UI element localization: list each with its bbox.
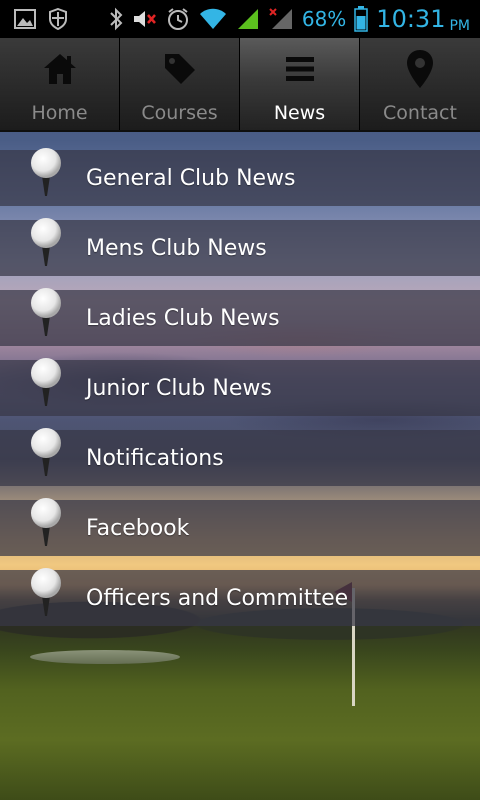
menu-item-facebook[interactable]: Facebook: [0, 498, 480, 556]
pond: [30, 650, 180, 664]
shield-icon: [48, 8, 68, 30]
bluetooth-icon: [108, 7, 124, 31]
tab-courses-label: Courses: [141, 102, 218, 124]
status-bar: 68% 10:31 PM: [0, 0, 480, 38]
golf-ball-icon: [30, 286, 62, 338]
battery-icon: [354, 6, 369, 32]
tab-contact-label: Contact: [383, 102, 457, 124]
tab-news[interactable]: News: [240, 38, 360, 130]
tag-icon: [161, 50, 199, 88]
tab-contact[interactable]: Contact: [360, 38, 480, 130]
tab-news-label: News: [273, 102, 326, 124]
golf-ball-icon: [30, 496, 62, 548]
no-signal-icon: [268, 7, 294, 31]
battery-percent: 68%: [301, 7, 347, 31]
menu-item-junior-club-news[interactable]: Junior Club News: [0, 358, 480, 416]
menu-item-label: Officers and Committee: [86, 585, 349, 611]
menu-item-notifications[interactable]: Notifications: [0, 428, 480, 486]
tab-courses[interactable]: Courses: [120, 38, 240, 130]
wifi-icon: [198, 7, 228, 31]
golf-ball-icon: [30, 566, 62, 618]
home-icon: [42, 50, 78, 88]
clock-time: 10:31: [376, 5, 446, 33]
golf-ball-icon: [30, 216, 62, 268]
menu-item-officers-and-committee[interactable]: Officers and Committee: [0, 568, 480, 626]
menu-item-label: General Club News: [86, 165, 296, 191]
menu-item-label: Ladies Club News: [86, 305, 280, 331]
alarm-icon: [166, 7, 190, 31]
tab-bar: Home Courses News Contact: [0, 38, 480, 132]
menu-item-label: Mens Club News: [86, 235, 267, 261]
golf-ball-icon: [30, 146, 62, 198]
golf-ball-icon: [30, 356, 62, 408]
golf-ball-icon: [30, 426, 62, 478]
gallery-icon: [14, 9, 36, 29]
menu-item-ladies-club-news[interactable]: Ladies Club News: [0, 288, 480, 346]
menu-item-label: Facebook: [86, 515, 190, 541]
menu-item-mens-club-news[interactable]: Mens Club News: [0, 218, 480, 276]
menu-item-label: Notifications: [86, 445, 224, 471]
signal-icon: [236, 7, 260, 31]
location-pin-icon: [406, 50, 434, 88]
tab-home[interactable]: Home: [0, 38, 120, 130]
menu-item-label: Junior Club News: [86, 375, 272, 401]
tab-home-label: Home: [31, 102, 88, 124]
menu-item-general-club-news[interactable]: General Club News: [0, 148, 480, 206]
clock-ampm: PM: [449, 18, 470, 34]
mute-icon: [132, 8, 158, 30]
menu-icon: [285, 50, 315, 88]
